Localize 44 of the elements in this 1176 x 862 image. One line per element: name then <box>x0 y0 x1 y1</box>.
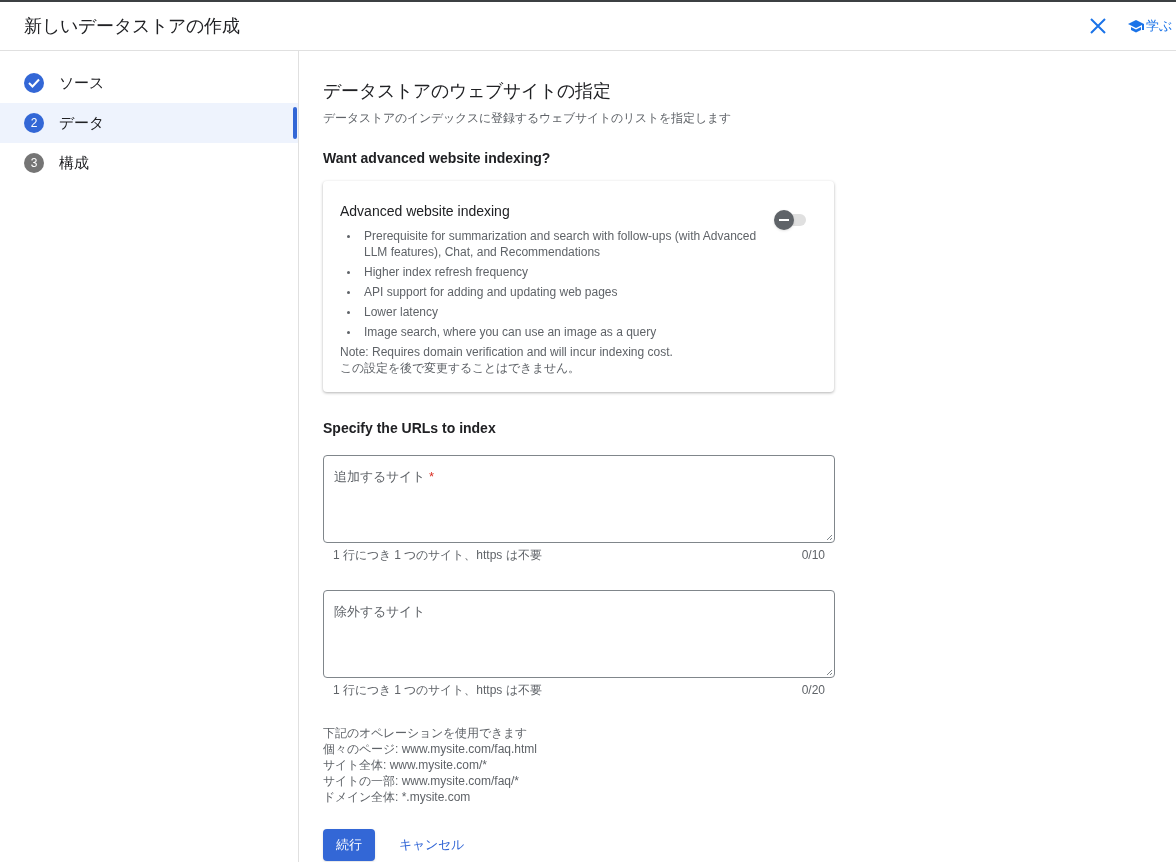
card-note: この設定を後で変更することはできません。 <box>340 360 581 376</box>
graduation-cap-icon <box>1128 19 1144 33</box>
step-item[interactable]: ソース <box>0 63 298 103</box>
advanced-heading: Want advanced website indexing? <box>323 149 552 168</box>
section-title: データストアのウェブサイトの指定 <box>323 80 612 103</box>
field-placeholder: 除外するサイト <box>334 604 425 619</box>
step-item[interactable]: 3 構成 <box>0 143 298 183</box>
text-area-field[interactable]: 除外するサイト <box>323 590 835 678</box>
dialog-title: 新しいデータストアの作成 <box>24 14 241 38</box>
operation-text: 個々のページ: www.mysite.com/faq.html <box>323 741 539 757</box>
feature-item: API support for adding and updating web pages <box>364 284 618 300</box>
cancel-button[interactable]: キャンセル <box>391 829 472 861</box>
step-number: 3 <box>24 153 44 173</box>
bullet-icon <box>347 331 350 334</box>
character-counter: 0/10 <box>801 547 825 564</box>
bullet-icon <box>347 291 350 294</box>
resize-handle-icon[interactable] <box>826 669 833 676</box>
feature-item: Image search, where you can use an image as a query <box>364 324 657 340</box>
bullet-icon <box>347 271 350 274</box>
close-icon[interactable] <box>1088 16 1108 36</box>
card-title: Advanced website indexing <box>340 202 510 221</box>
bullet-icon <box>347 235 350 238</box>
required-mark: * <box>429 469 435 484</box>
step-item[interactable]: 2 データ <box>0 103 298 143</box>
operation-text: ドメイン全体: *.mysite.com <box>323 789 472 805</box>
learn-link[interactable]: 学ぶ <box>1128 16 1172 36</box>
resize-handle-icon[interactable] <box>826 534 833 541</box>
step-number: 2 <box>24 113 44 133</box>
field-hint: 1 行につき 1 つのサイト、https は不要 <box>333 682 542 699</box>
urls-heading: Specify the URLs to index <box>323 419 497 438</box>
operation-text: サイト全体: www.mysite.com/* <box>323 757 488 773</box>
feature-item: Prerequisite for summarization and search with follow-ups (with Advanced LLM features), Chat, and Recommendations <box>364 228 758 260</box>
character-counter: 0/20 <box>801 682 825 699</box>
operation-text: サイトの一部: www.mysite.com/faq/* <box>323 773 521 789</box>
bullet-icon <box>347 311 350 314</box>
field-hint: 1 行につき 1 つのサイト、https は不要 <box>333 547 542 564</box>
continue-button[interactable]: 続行 <box>323 829 375 861</box>
text-area-field[interactable]: 追加するサイト * <box>323 455 835 543</box>
section-description: データストアのインデックスに登録するウェブサイトのリストを指定します <box>323 110 732 127</box>
card-note: Note: Requires domain verification and will incur indexing cost. <box>340 344 674 360</box>
feature-item: Lower latency <box>364 304 439 320</box>
operation-text: 下記のオペレーションを使用できます <box>323 725 528 741</box>
field-placeholder: 追加するサイト <box>334 469 425 484</box>
feature-item: Higher index refresh frequency <box>364 264 529 280</box>
